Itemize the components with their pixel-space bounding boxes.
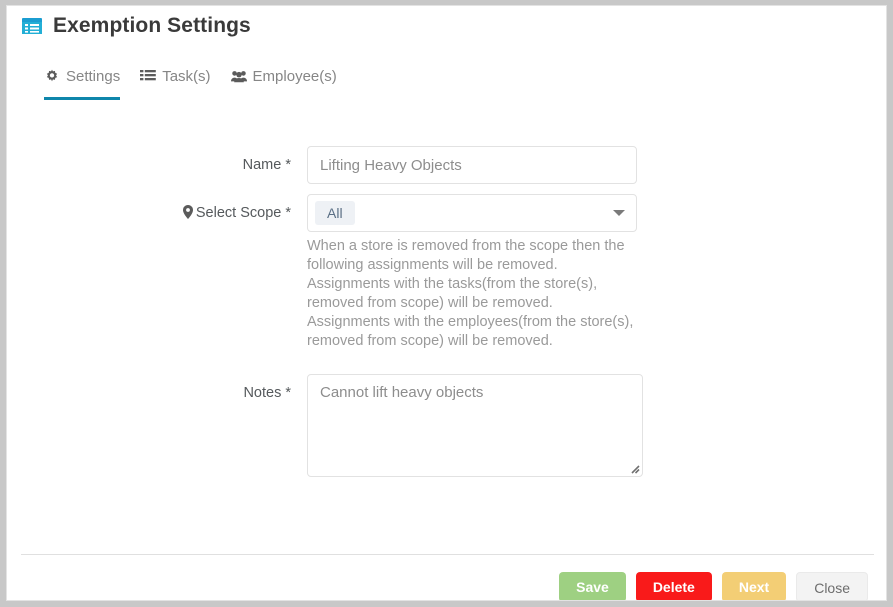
tab-label: Settings xyxy=(66,68,121,85)
notes-label: Notes * xyxy=(243,385,291,401)
scope-chip-all[interactable]: All xyxy=(315,201,355,225)
tab-employees[interactable]: Employee(s) xyxy=(230,68,337,100)
footer-divider xyxy=(21,554,874,555)
save-button[interactable]: Save xyxy=(559,572,626,600)
chevron-down-icon[interactable] xyxy=(613,210,625,216)
scope-label-text: Select Scope * xyxy=(195,205,291,221)
name-label: Name * xyxy=(242,157,291,173)
list-box-icon xyxy=(22,18,42,34)
page-header: Exemption Settings xyxy=(21,14,251,38)
page-title: Exemption Settings xyxy=(53,14,251,37)
gear-icon xyxy=(46,69,58,82)
close-button[interactable]: Close xyxy=(796,572,868,600)
list-icon xyxy=(140,70,157,81)
exemption-settings-window: Exemption Settings Settings Task(s) Empl… xyxy=(6,5,887,601)
map-pin-icon xyxy=(182,205,193,219)
notes-textarea[interactable] xyxy=(307,374,643,477)
scope-label: Select Scope * xyxy=(7,194,307,232)
scope-helper-text: When a store is removed from the scope t… xyxy=(307,238,634,349)
footer-actions: Save Delete Next Close xyxy=(549,572,868,600)
next-button[interactable]: Next xyxy=(721,572,787,600)
notes-row: Notes * xyxy=(7,374,886,477)
tab-label: Task(s) xyxy=(162,68,211,85)
scope-row: Select Scope * All When a store is remov… xyxy=(7,194,886,351)
tab-settings[interactable]: Settings xyxy=(44,68,121,100)
scope-select[interactable]: All xyxy=(307,194,637,232)
name-input[interactable] xyxy=(307,146,637,184)
people-icon xyxy=(230,71,247,83)
delete-button[interactable]: Delete xyxy=(635,572,712,600)
name-row: Name * xyxy=(7,146,886,184)
tab-label: Employee(s) xyxy=(252,68,337,85)
tab-tasks[interactable]: Task(s) xyxy=(140,68,211,100)
tab-bar: Settings Task(s) Employee(s) xyxy=(44,68,357,100)
settings-form: Name * Select Scope * All When a store i… xyxy=(7,146,886,487)
